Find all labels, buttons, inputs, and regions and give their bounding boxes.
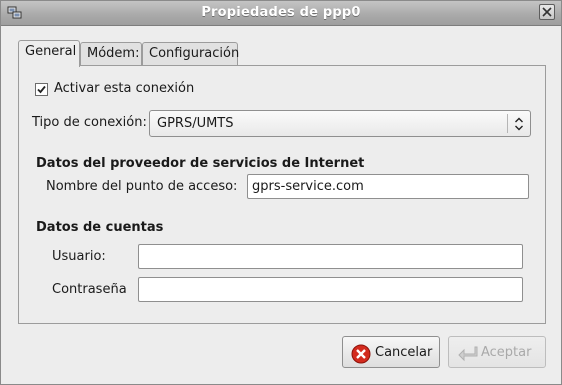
back-arrow-icon xyxy=(458,346,478,362)
cancel-icon xyxy=(351,344,371,364)
apn-value: gprs-service.com xyxy=(252,179,364,194)
title-bar[interactable]: Propiedades de ppp0 xyxy=(1,1,561,26)
close-button[interactable] xyxy=(539,4,555,20)
user-input[interactable] xyxy=(138,244,523,269)
window-title: Propiedades de ppp0 xyxy=(201,5,361,20)
tab-modem[interactable]: Módem: xyxy=(80,42,142,65)
connection-type-value: GPRS/UMTS xyxy=(157,116,234,131)
activate-checkbox[interactable] xyxy=(35,83,48,96)
accept-label: Aceptar xyxy=(481,345,532,360)
account-heading: Datos de cuentas xyxy=(36,220,164,235)
combo-separator xyxy=(507,114,508,133)
cancel-button[interactable]: Cancelar xyxy=(342,336,440,368)
apn-input[interactable]: gprs-service.com xyxy=(247,174,529,199)
connection-type-select[interactable]: GPRS/UMTS xyxy=(149,110,531,137)
activate-label[interactable]: Activar esta conexión xyxy=(54,81,194,96)
properties-dialog: Propiedades de ppp0 General Módem: Confi… xyxy=(0,0,562,385)
tab-general-label: General xyxy=(25,44,77,59)
tab-configuration[interactable]: Configuración xyxy=(142,42,240,65)
tab-modem-label: Módem: xyxy=(87,46,140,61)
password-input[interactable] xyxy=(138,277,523,302)
user-label: Usuario: xyxy=(52,249,106,264)
checkmark-icon xyxy=(37,85,46,94)
tab-configuration-label: Configuración xyxy=(149,46,240,61)
isp-heading: Datos del proveedor de servicios de Inte… xyxy=(36,156,365,171)
cancel-label: Cancelar xyxy=(375,345,433,360)
activate-label-text: Activar esta conexión xyxy=(54,81,195,96)
apn-label: Nombre del punto de acceso: xyxy=(46,179,238,194)
accept-button[interactable]: Aceptar xyxy=(448,336,546,368)
tab-general[interactable]: General xyxy=(18,40,80,67)
up-down-arrows-icon xyxy=(515,117,523,131)
password-label: Contraseña xyxy=(52,282,127,297)
close-icon xyxy=(542,7,552,17)
connection-type-label: Tipo de conexión: xyxy=(32,115,147,130)
